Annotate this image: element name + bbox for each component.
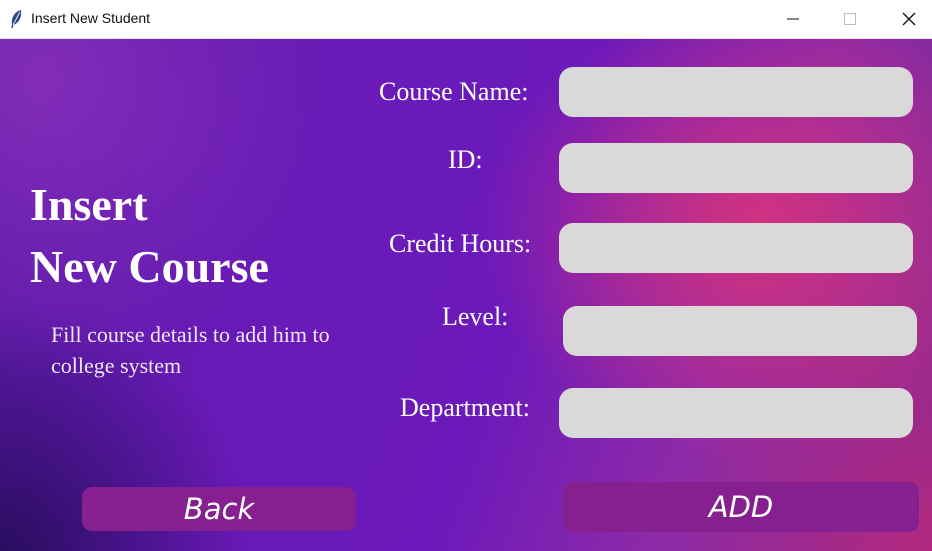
back-button[interactable]: Back [82, 487, 356, 531]
course-name-input[interactable] [559, 67, 913, 117]
credit-hours-input[interactable] [559, 223, 913, 273]
minimize-button[interactable] [770, 0, 816, 38]
maximize-icon [844, 13, 856, 25]
window-title: Insert New Student [31, 10, 151, 26]
close-button[interactable] [886, 0, 932, 38]
window-titlebar: Insert New Student [0, 0, 932, 39]
level-input[interactable] [563, 306, 917, 356]
add-button[interactable]: ADD [563, 482, 919, 532]
back-button-label: Back [183, 492, 255, 526]
minimize-icon [787, 18, 799, 20]
close-icon [902, 12, 916, 26]
page-title-line1: Insert [30, 179, 148, 230]
page-subtitle: Fill course details to add him to colleg… [51, 322, 330, 378]
id-input[interactable] [559, 143, 913, 193]
credit-hours-label: Credit Hours: [389, 229, 532, 258]
level-label: Level: [442, 302, 509, 331]
add-button-label: ADD [708, 490, 774, 524]
feather-icon [8, 9, 24, 29]
page-title-line2: New Course [30, 241, 269, 292]
id-label: ID: [448, 145, 483, 174]
main-panel: Insert New Course Fill course details to… [0, 39, 932, 551]
department-label: Department: [400, 393, 530, 422]
course-name-label: Course Name: [379, 77, 529, 106]
department-input[interactable] [559, 388, 913, 438]
maximize-button[interactable] [827, 0, 873, 38]
